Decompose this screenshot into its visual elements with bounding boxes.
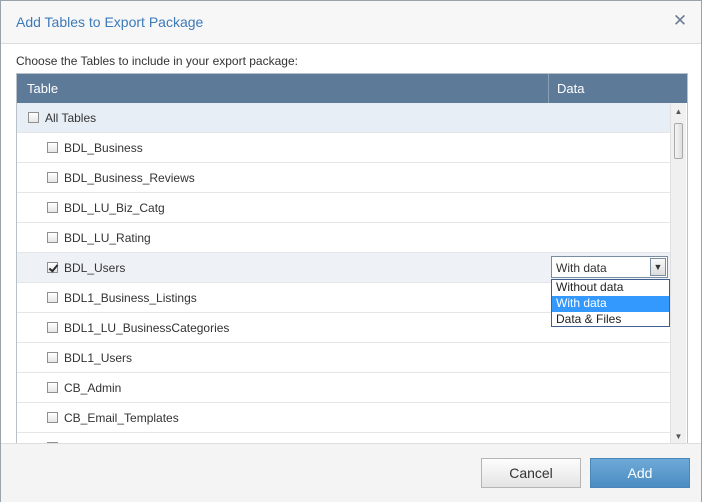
grid-rows: All Tables BDL_Business BDL_Business_Revi… bbox=[17, 103, 670, 446]
cancel-button[interactable]: Cancel bbox=[481, 458, 581, 488]
table-name-label: BDL_Business_Reviews bbox=[64, 171, 195, 185]
table-checkbox[interactable] bbox=[47, 412, 58, 423]
table-checkbox[interactable] bbox=[47, 322, 58, 333]
table-checkbox[interactable] bbox=[47, 202, 58, 213]
table-name-label: BDL_Users bbox=[64, 261, 126, 275]
table-name-label: BDL1_Users bbox=[64, 351, 133, 365]
column-header-table[interactable]: Table bbox=[27, 81, 58, 96]
table-name-label: CB_Admin bbox=[64, 381, 122, 395]
table-name-label: BDL_LU_Biz_Catg bbox=[64, 201, 165, 215]
dialog-titlebar: Add Tables to Export Package ✕ bbox=[1, 1, 701, 44]
table-row[interactable]: BDL_LU_Rating bbox=[17, 223, 670, 253]
table-row[interactable]: BDL1_Users bbox=[17, 343, 670, 373]
instruction-text: Choose the Tables to include in your exp… bbox=[16, 54, 298, 68]
table-checkbox[interactable] bbox=[47, 352, 58, 363]
table-checkbox[interactable] bbox=[47, 172, 58, 183]
grid-header: Table Data bbox=[17, 74, 687, 103]
table-row[interactable]: BDL_LU_Biz_Catg bbox=[17, 193, 670, 223]
table-name-label: CB_Email_Templates bbox=[64, 411, 179, 425]
table-name-label: BDL_Business bbox=[64, 141, 143, 155]
table-row[interactable]: BDL_Business bbox=[17, 133, 670, 163]
table-name-label: BDL1_Business_Listings bbox=[64, 291, 197, 305]
table-checkbox[interactable] bbox=[47, 262, 58, 273]
close-icon[interactable]: ✕ bbox=[669, 10, 691, 32]
table-row[interactable]: CB_Email_Templates bbox=[17, 403, 670, 433]
tables-grid: Table Data All Tables BDL_Business BDL_Bu… bbox=[16, 73, 688, 447]
add-button[interactable]: Add bbox=[590, 458, 690, 488]
dialog-footer: Cancel Add bbox=[1, 443, 701, 502]
all-tables-checkbox[interactable] bbox=[28, 112, 39, 123]
table-name-label: BDL_LU_Rating bbox=[64, 231, 151, 245]
dropdown-option[interactable]: Data & Files bbox=[552, 312, 669, 328]
column-divider bbox=[548, 74, 549, 103]
dialog-title: Add Tables to Export Package bbox=[16, 14, 204, 30]
export-package-dialog: Add Tables to Export Package ✕ Choose th… bbox=[0, 0, 702, 502]
dropdown-option[interactable]: With data bbox=[552, 296, 669, 312]
data-option-selected-value: With data bbox=[556, 261, 607, 275]
scroll-thumb[interactable] bbox=[674, 123, 683, 159]
data-option-dropdown-list: Without data With data Data & Files bbox=[551, 279, 670, 327]
chevron-down-icon[interactable]: ▼ bbox=[650, 258, 666, 276]
scroll-up-arrow-icon[interactable]: ▲ bbox=[671, 105, 686, 119]
table-checkbox[interactable] bbox=[47, 232, 58, 243]
table-checkbox[interactable] bbox=[47, 142, 58, 153]
column-header-data[interactable]: Data bbox=[557, 81, 584, 96]
table-checkbox[interactable] bbox=[47, 382, 58, 393]
all-tables-label: All Tables bbox=[45, 111, 97, 125]
table-row[interactable]: CB_Admin bbox=[17, 373, 670, 403]
data-option-select[interactable]: With data ▼ bbox=[551, 256, 668, 278]
dropdown-option[interactable]: Without data bbox=[552, 280, 669, 296]
table-name-label: BDL1_LU_BusinessCategories bbox=[64, 321, 230, 335]
table-checkbox[interactable] bbox=[47, 292, 58, 303]
table-row[interactable]: BDL_Business_Reviews bbox=[17, 163, 670, 193]
all-tables-row[interactable]: All Tables bbox=[17, 103, 670, 133]
scroll-down-arrow-icon[interactable]: ▼ bbox=[671, 430, 686, 444]
vertical-scrollbar[interactable]: ▲ ▼ bbox=[670, 103, 686, 446]
